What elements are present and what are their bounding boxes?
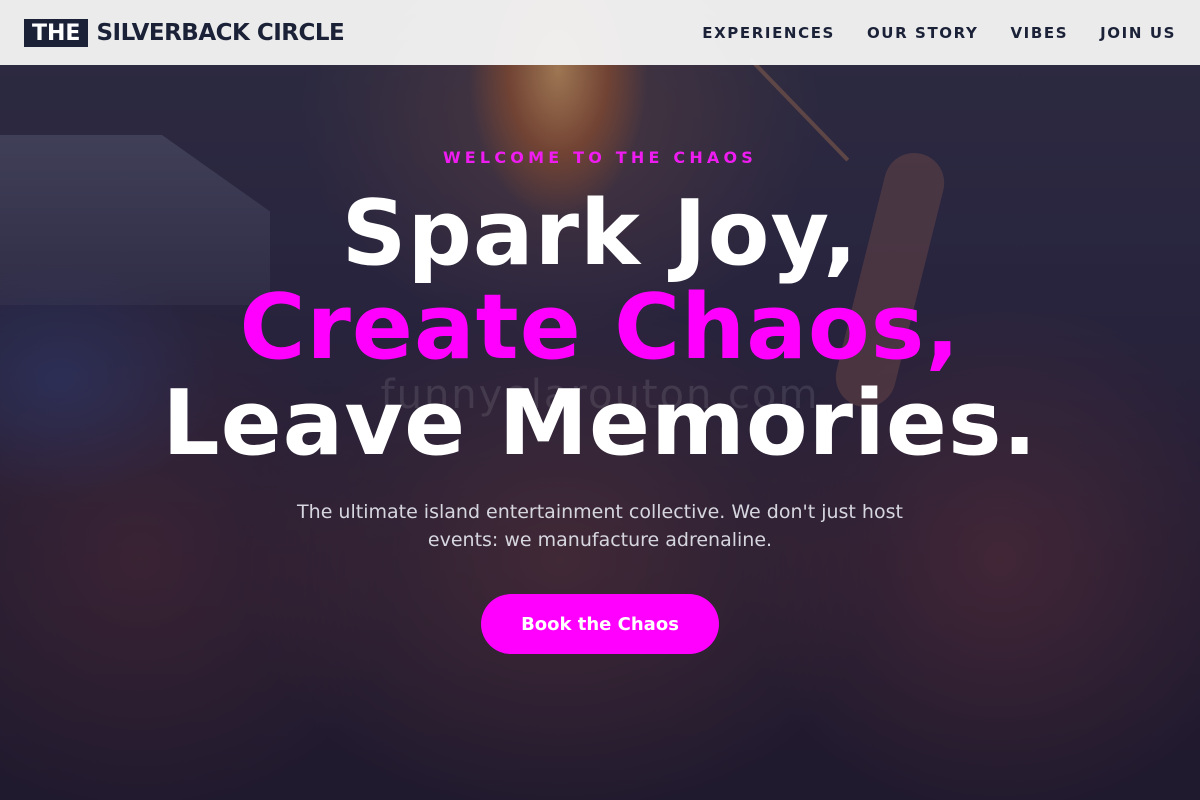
headline-line-2: Create Chaos, <box>239 275 961 380</box>
headline-line-3: Leave Memories. <box>162 371 1038 476</box>
headline-line-1: Spark Joy, <box>341 181 859 286</box>
book-the-chaos-button[interactable]: Book the Chaos <box>481 594 719 654</box>
hero-subtitle: The ultimate island entertainment collec… <box>297 501 903 551</box>
hero-eyebrow: WELCOME TO THE CHAOS <box>442 148 758 167</box>
hero-content: WELCOME TO THE CHAOS funnyolarouton.com … <box>0 0 1200 800</box>
